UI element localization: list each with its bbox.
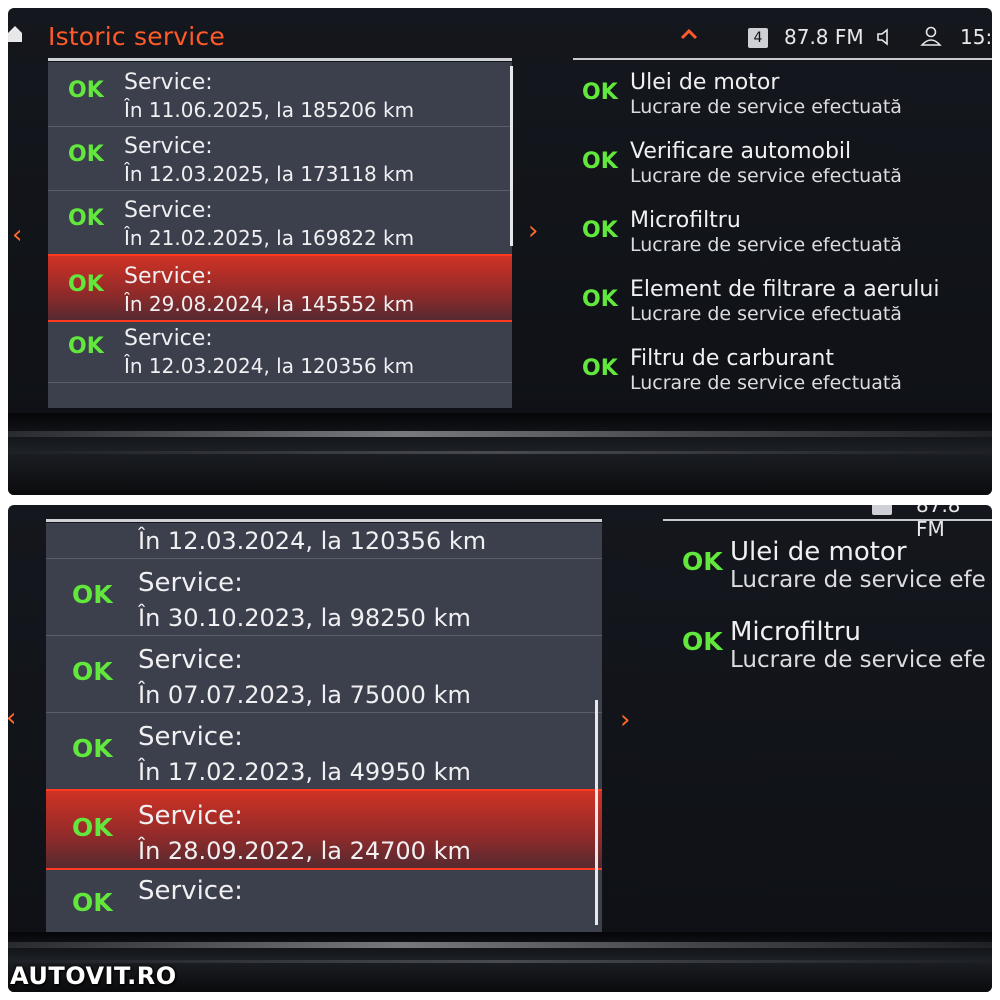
- list-item[interactable]: OK Service: În 21.02.2025, la 169822 km: [48, 190, 512, 255]
- ok-status: OK: [72, 888, 113, 917]
- speaker-icon[interactable]: [876, 28, 896, 46]
- ok-status: OK: [68, 272, 104, 297]
- list-item[interactable]: OK Service: În 12.03.2025, la 173118 km: [48, 126, 512, 191]
- ok-status: OK: [72, 580, 113, 609]
- ok-status: OK: [72, 657, 113, 686]
- list-item[interactable]: OK Service: În 28.09.2022, la 24700 km: [46, 789, 602, 870]
- service-date-mileage: În 30.10.2023, la 98250 km: [138, 604, 471, 632]
- service-item-name: Element de filtrare a aerului: [630, 277, 940, 302]
- watermark: AUTOVIT.RO: [10, 962, 177, 990]
- chevron-right-icon[interactable]: ›: [620, 705, 630, 735]
- service-date-mileage: În 07.07.2023, la 75000 km: [138, 681, 471, 709]
- home-icon[interactable]: [8, 26, 22, 42]
- chevron-left-icon[interactable]: ‹: [8, 703, 16, 733]
- service-date-mileage: În 12.03.2024, la 120356 km: [138, 527, 487, 555]
- service-history-list[interactable]: OK Service: În 11.06.2025, la 185206 km OK S…: [48, 62, 512, 408]
- service-item-status: Lucrare de service efectuată: [630, 234, 902, 256]
- ok-status: OK: [72, 734, 113, 763]
- service-label: Service:: [138, 876, 243, 906]
- status-bar: Istoric service 4 87.8 FM 15:4: [8, 8, 992, 58]
- ok-status: OK: [582, 356, 618, 381]
- service-item-name: Microfiltru: [630, 208, 741, 233]
- list-item[interactable]: OK Service: În 30.10.2023, la 98250 km: [46, 558, 602, 636]
- service-date-mileage: În 28.09.2022, la 24700 km: [138, 837, 471, 865]
- service-label: Service:: [124, 264, 213, 289]
- radio-station[interactable]: 87.8 FM: [784, 25, 864, 49]
- ok-status: OK: [582, 218, 618, 243]
- divider: [573, 58, 992, 60]
- service-item-status: Lucrare de service efectuată: [630, 96, 902, 118]
- preset-badge: [872, 505, 892, 515]
- chevron-left-icon[interactable]: ‹: [12, 220, 22, 250]
- service-date-mileage: În 17.02.2023, la 49950 km: [138, 758, 471, 786]
- preset-badge: 4: [748, 28, 768, 48]
- service-label: Service:: [124, 134, 213, 159]
- service-history-list[interactable]: În 12.03.2024, la 120356 km OK Service: În …: [46, 523, 602, 944]
- service-date-mileage: În 11.06.2025, la 185206 km: [124, 98, 415, 122]
- service-item-name: Ulei de motor: [730, 537, 907, 567]
- ok-status: OK: [682, 547, 723, 576]
- screen-bottom: 87.8 FM ‹ › În 12.03.2024, la 120356 km O…: [8, 505, 992, 992]
- list-item[interactable]: În 12.03.2024, la 120356 km: [46, 505, 602, 559]
- chevron-right-icon[interactable]: ›: [528, 216, 538, 246]
- list-top-rule: [48, 58, 512, 61]
- service-item-name: Verificare automobil: [630, 139, 852, 164]
- service-item-name: Filtru de carburant: [630, 346, 835, 371]
- service-label: Service:: [138, 645, 243, 675]
- page-title: Istoric service: [48, 22, 225, 51]
- service-label: Service:: [138, 722, 243, 752]
- service-label: Service:: [138, 568, 243, 598]
- ok-status: OK: [582, 80, 618, 105]
- service-item-status: Lucrare de service efectuată: [630, 165, 902, 187]
- ok-status: OK: [68, 142, 104, 167]
- service-item-status: Lucrare de service efectuată: [630, 303, 902, 325]
- service-date-mileage: În 12.03.2024, la 120356 km: [124, 354, 415, 378]
- service-item-status: Lucrare de service efe: [730, 567, 986, 593]
- service-label: Service:: [124, 326, 213, 351]
- service-date-mileage: În 21.02.2025, la 169822 km: [124, 226, 415, 250]
- radio-station[interactable]: 87.8 FM: [916, 505, 992, 541]
- service-item-name: Ulei de motor: [630, 70, 780, 95]
- ok-status: OK: [682, 627, 723, 656]
- service-label: Service:: [124, 198, 213, 223]
- ok-status: OK: [582, 149, 618, 174]
- service-item-status: Lucrare de service efectuată: [630, 372, 902, 394]
- bezel: [8, 413, 992, 495]
- service-label: Service:: [138, 801, 243, 831]
- service-item-name: Microfiltru: [730, 617, 861, 647]
- ok-status: OK: [582, 287, 618, 312]
- service-date-mileage: În 29.08.2024, la 145552 km: [124, 292, 415, 316]
- service-item-status: Lucrare de service efe: [730, 647, 986, 673]
- list-item[interactable]: OK Service: În 17.02.2023, la 49950 km: [46, 712, 602, 790]
- ok-status: OK: [68, 78, 104, 103]
- ok-status: OK: [72, 813, 113, 842]
- list-scrollbar[interactable]: [595, 700, 598, 925]
- list-item[interactable]: OK Service: În 12.03.2024, la 120356 km: [48, 318, 512, 383]
- screen-top: Istoric service 4 87.8 FM 15:4 ‹ › OK Ser…: [8, 8, 992, 495]
- ok-status: OK: [68, 334, 104, 359]
- divider: [663, 519, 992, 521]
- chevron-up-icon[interactable]: [680, 28, 698, 40]
- list-scrollbar[interactable]: [510, 66, 513, 246]
- ok-status: OK: [68, 206, 104, 231]
- list-item[interactable]: OK Service: În 11.06.2025, la 185206 km: [48, 62, 512, 127]
- service-label: Service:: [124, 70, 213, 95]
- service-date-mileage: În 12.03.2025, la 173118 km: [124, 162, 415, 186]
- clock: 15:4: [960, 25, 992, 49]
- person-icon[interactable]: [920, 26, 942, 46]
- list-item[interactable]: OK Service: În 29.08.2024, la 145552 km: [48, 254, 512, 322]
- list-item[interactable]: OK Service: În 07.07.2023, la 75000 km: [46, 635, 602, 713]
